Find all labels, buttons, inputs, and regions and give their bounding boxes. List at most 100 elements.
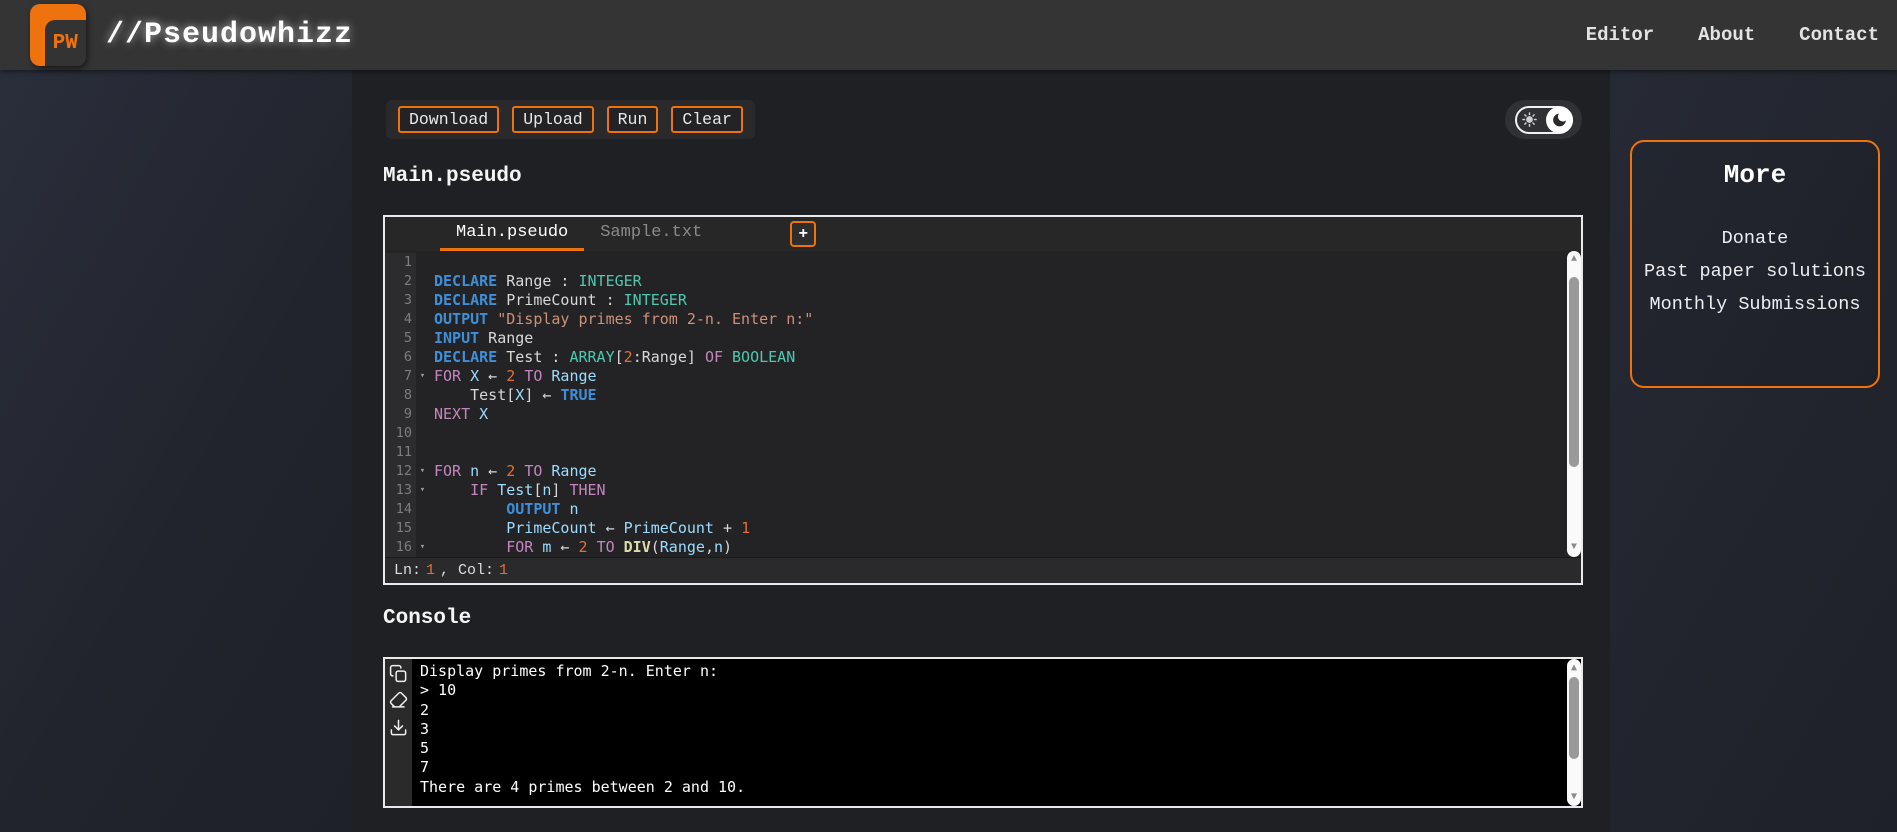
download-icon[interactable] xyxy=(389,717,409,737)
code-line: 13 ▾ IF Test[n] THEN xyxy=(385,481,1567,500)
console-line: 2 xyxy=(420,700,430,719)
editor-tabbar: Main.pseudo Sample.txt + xyxy=(385,217,1581,251)
more-title: More xyxy=(1723,160,1787,190)
code-line: 1 xyxy=(385,253,1567,272)
line-number: 12 xyxy=(385,462,416,481)
download-button[interactable]: Download xyxy=(398,106,500,133)
fold-gutter xyxy=(416,443,429,462)
line-number: 4 xyxy=(385,310,416,329)
sun-icon xyxy=(1521,112,1537,127)
scroll-down-icon[interactable]: ▼ xyxy=(1567,541,1581,555)
code-text: FOR m ← 2 TO DIV(Range,n) xyxy=(506,538,733,556)
line-number: 13 xyxy=(385,481,416,500)
code-text: OUTPUT "Display primes from 2-n. Enter n… xyxy=(434,310,814,328)
console-panel: Display primes from 2-n. Enter n: > 10 2 3 5… xyxy=(383,657,1583,808)
editor-panel: Main.pseudo Sample.txt + 1 2 DECLARE Range :… xyxy=(383,215,1583,585)
code-text: OUTPUT n xyxy=(506,500,579,518)
fold-arrow-icon[interactable]: ▾ xyxy=(416,481,429,500)
line-number: 5 xyxy=(385,329,416,348)
tab-sample-txt[interactable]: Sample.txt xyxy=(584,217,718,251)
main-nav: Editor About Contact xyxy=(1586,0,1879,70)
nav-link-about[interactable]: About xyxy=(1698,24,1755,46)
editor-scrollbar-thumb[interactable] xyxy=(1569,277,1579,467)
line-number: 16 xyxy=(385,538,416,557)
console-line: > 10 xyxy=(420,681,457,700)
copy-icon[interactable] xyxy=(389,663,409,683)
moon-icon xyxy=(1552,113,1566,126)
navbar: PW //Pseudowhizz Editor About Contact xyxy=(0,0,1897,70)
fold-gutter xyxy=(416,329,429,348)
new-tab-button[interactable]: + xyxy=(790,221,817,247)
console-icon-strip xyxy=(385,659,412,806)
editor-scrollbar[interactable]: ▲ ▼ xyxy=(1567,251,1581,557)
code-text: Test[X] ← TRUE xyxy=(434,386,597,404)
console-line: 7 xyxy=(420,758,430,777)
line-number: 14 xyxy=(385,500,416,519)
line-number: 3 xyxy=(385,291,416,310)
code-line: 11 xyxy=(385,443,1567,462)
code-line: 7 ▾ FOR X ← 2 TO Range xyxy=(385,367,1567,386)
code-text: FOR X ← 2 TO Range xyxy=(434,367,597,385)
console-output[interactable]: Display primes from 2-n. Enter n: > 10 2 3 5… xyxy=(412,659,1581,806)
more-link-monthly-submissions[interactable]: Monthly Submissions xyxy=(1650,294,1861,315)
line-number: 1 xyxy=(385,253,416,272)
fold-gutter xyxy=(416,310,429,329)
eraser-icon[interactable] xyxy=(389,690,409,710)
fold-arrow-icon[interactable]: ▾ xyxy=(416,367,429,386)
code-line: 15 PrimeCount ← PrimeCount + 1 xyxy=(385,519,1567,538)
clear-button[interactable]: Clear xyxy=(671,106,743,133)
editor-toolbar: Download Upload Run Clear xyxy=(386,100,755,139)
code-lines: 1 2 DECLARE Range : INTEGER 3 DECLARE PrimeC… xyxy=(385,253,1567,557)
code-editor[interactable]: 1 2 DECLARE Range : INTEGER 3 DECLARE PrimeC… xyxy=(385,251,1581,557)
line-number: 9 xyxy=(385,405,416,424)
code-line: 4 OUTPUT "Display primes from 2-n. Enter … xyxy=(385,310,1567,329)
status-col-value: 1 xyxy=(499,562,509,579)
console-line: There are 4 primes between 2 and 10. xyxy=(420,777,746,796)
code-text: PrimeCount ← PrimeCount + 1 xyxy=(506,519,751,537)
console-scrollbar-thumb[interactable] xyxy=(1569,677,1579,759)
code-text: NEXT X xyxy=(434,405,489,423)
fold-arrow-icon[interactable]: ▾ xyxy=(416,462,429,481)
more-links: Donate Past paper solutions Monthly Submis… xyxy=(1644,228,1866,315)
main-content: Download Upload Run Clear Main.pseudo Main xyxy=(352,70,1610,832)
run-button[interactable]: Run xyxy=(606,106,659,133)
brand-title: //Pseudowhizz xyxy=(106,18,354,52)
fold-gutter xyxy=(416,348,429,367)
left-panel xyxy=(0,70,352,832)
upload-button[interactable]: Upload xyxy=(512,106,594,133)
line-number: 10 xyxy=(385,424,416,443)
status-ln-value: 1 xyxy=(426,562,436,579)
console-line: 5 xyxy=(420,739,430,758)
fold-gutter xyxy=(416,272,429,291)
theme-toggle-track xyxy=(1514,105,1573,134)
nav-link-editor[interactable]: Editor xyxy=(1586,24,1654,46)
fold-arrow-icon[interactable]: ▾ xyxy=(416,538,429,557)
code-line: 12 ▾ FOR n ← 2 TO Range xyxy=(385,462,1567,481)
code-text: INPUT Range xyxy=(434,329,534,347)
fold-gutter xyxy=(416,405,429,424)
console-scrollbar[interactable]: ▲ ▼ xyxy=(1567,659,1581,806)
code-text: DECLARE Range : INTEGER xyxy=(434,272,642,290)
tab-main-pseudo[interactable]: Main.pseudo xyxy=(440,217,585,251)
theme-toggle[interactable] xyxy=(1505,100,1582,139)
status-ln-label: Ln: xyxy=(394,562,422,579)
more-card: More Donate Past paper solutions Monthly S… xyxy=(1630,140,1880,388)
more-link-donate[interactable]: Donate xyxy=(1722,228,1789,249)
scroll-up-icon[interactable]: ▲ xyxy=(1567,661,1581,675)
scroll-up-icon[interactable]: ▲ xyxy=(1567,253,1581,267)
code-line: 2 DECLARE Range : INTEGER xyxy=(385,272,1567,291)
nav-link-contact[interactable]: Contact xyxy=(1799,24,1879,46)
console-line: 3 xyxy=(420,719,430,738)
code-line: 16 ▾ FOR m ← 2 TO DIV(Range,n) xyxy=(385,538,1567,557)
code-line: 10 xyxy=(385,424,1567,443)
fold-gutter xyxy=(416,500,429,519)
code-text: DECLARE PrimeCount : INTEGER xyxy=(434,291,687,309)
scroll-down-icon[interactable]: ▼ xyxy=(1567,790,1581,804)
line-number: 8 xyxy=(385,386,416,405)
fold-gutter xyxy=(416,253,429,272)
more-link-past-paper-solutions[interactable]: Past paper solutions xyxy=(1644,261,1866,282)
fold-gutter xyxy=(416,424,429,443)
status-col-label: , Col: xyxy=(440,562,495,579)
app-logo[interactable]: PW xyxy=(30,4,86,66)
